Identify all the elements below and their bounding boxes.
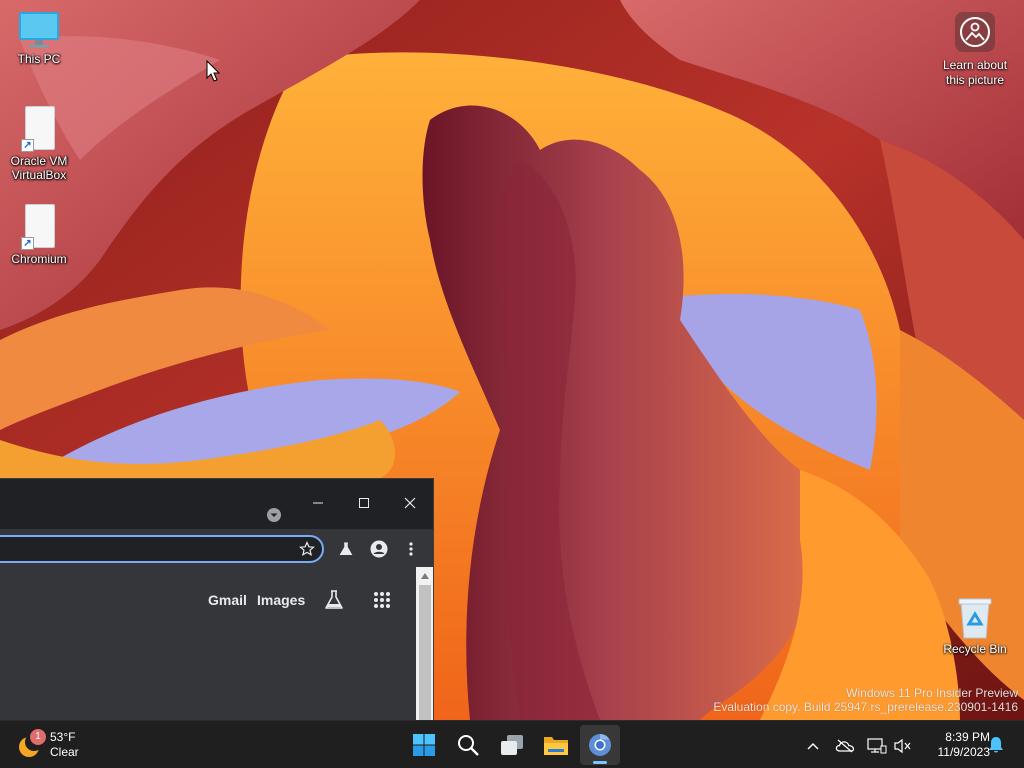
- gmail-link[interactable]: Gmail: [208, 592, 247, 608]
- minimize-icon: [313, 502, 323, 504]
- bell-icon: [989, 737, 1003, 753]
- windows-watermark: Windows 11 Pro Insider Preview Evaluatio…: [713, 686, 1018, 714]
- desktop-icon-oracle-vm-virtualbox[interactable]: ↗ Oracle VM VirtualBox: [1, 106, 77, 182]
- close-button[interactable]: [387, 489, 433, 517]
- maximize-icon: [359, 498, 369, 508]
- onedrive-icon: [835, 739, 855, 753]
- images-link[interactable]: Images: [257, 592, 305, 608]
- close-icon: [404, 497, 416, 509]
- scrollbar-thumb[interactable]: [419, 585, 431, 720]
- desktop-icon-recycle-bin[interactable]: Recycle Bin: [938, 596, 1012, 656]
- browser-toolbar: [0, 529, 433, 567]
- watermark-line-2: Evaluation copy. Build 25947.rs_prerelea…: [713, 700, 1018, 714]
- onedrive-tray-button[interactable]: [834, 735, 856, 757]
- search-labs-button[interactable]: [322, 587, 346, 613]
- notifications-button[interactable]: [986, 735, 1006, 755]
- desktop-icon-label: Chromium: [11, 252, 67, 266]
- camera-icon: [955, 12, 995, 52]
- minimize-button[interactable]: [295, 489, 341, 517]
- profile-button[interactable]: [368, 538, 390, 560]
- weather-widget[interactable]: 1 53°F Clear: [16, 729, 79, 761]
- volume-muted-icon: [894, 738, 911, 754]
- watermark-line-1: Windows 11 Pro Insider Preview: [846, 686, 1018, 700]
- network-icon: [867, 738, 887, 754]
- chromium-taskbar-button[interactable]: [580, 725, 620, 765]
- chevron-up-icon: [807, 743, 819, 750]
- file-shortcut-icon: ↗: [21, 106, 57, 152]
- desktop-icon-label: Oracle VM VirtualBox: [10, 154, 68, 182]
- flask-icon: [325, 590, 343, 609]
- start-icon: [413, 734, 435, 756]
- running-indicator: [593, 761, 607, 764]
- bookmark-button[interactable]: [296, 538, 318, 560]
- search-button[interactable]: [448, 725, 488, 765]
- clock[interactable]: 8:39 PM 11/9/2023: [918, 730, 991, 760]
- page-content: [0, 567, 416, 720]
- tab-search-button[interactable]: [262, 503, 286, 527]
- scroll-up-button[interactable]: [416, 571, 433, 581]
- start-button[interactable]: [404, 725, 444, 765]
- desktop-icon-label: This PC: [17, 52, 61, 66]
- learn-about-this-picture[interactable]: Learn about this picture: [936, 12, 1014, 88]
- weather-badge: 1: [30, 729, 46, 745]
- show-hidden-icons-button[interactable]: [802, 735, 824, 757]
- browser-menu-button[interactable]: [400, 538, 422, 560]
- task-view-icon: [501, 735, 523, 755]
- chevron-down-icon: [267, 508, 281, 522]
- flask-icon: [339, 542, 353, 555]
- file-shortcut-icon: ↗: [21, 204, 57, 250]
- volume-tray-button[interactable]: [892, 735, 914, 757]
- taskbar: 1 53°F Clear 8:39 PM 11/9/2023: [0, 720, 1024, 768]
- scroll-up-arrow-icon: [421, 573, 429, 579]
- recycle-bin-label: Recycle Bin: [943, 642, 1007, 656]
- desktop-icon-this-pc[interactable]: This PC: [1, 10, 77, 66]
- maximize-button[interactable]: [341, 489, 387, 517]
- star-icon: [299, 541, 315, 557]
- network-tray-button[interactable]: [866, 735, 888, 757]
- kebab-menu-icon: [409, 542, 413, 556]
- google-apps-button[interactable]: [370, 588, 394, 612]
- labs-button[interactable]: [335, 538, 357, 560]
- clock-time: 8:39 PM: [945, 730, 990, 744]
- file-explorer-icon: [544, 737, 568, 755]
- monitor-icon: [19, 12, 59, 48]
- moon-icon: 1: [16, 729, 46, 759]
- chromium-icon: [589, 734, 611, 756]
- weather-temperature: 53°F: [50, 730, 76, 744]
- recycle-bin-icon: [958, 598, 992, 639]
- learn-about-this-picture-label: Learn about this picture: [942, 58, 1008, 87]
- file-explorer-button[interactable]: [536, 725, 576, 765]
- clock-date: 11/9/2023: [937, 745, 991, 759]
- search-icon: [458, 735, 479, 756]
- profile-icon: [370, 540, 388, 558]
- apps-grid-icon: [374, 592, 390, 608]
- address-bar[interactable]: [0, 535, 324, 563]
- desktop-icon-chromium[interactable]: ↗ Chromium: [1, 204, 77, 266]
- chromium-window: Gmail Images: [0, 478, 434, 720]
- task-view-button[interactable]: [492, 725, 532, 765]
- mouse-cursor-icon: [206, 60, 220, 82]
- weather-condition: Clear: [50, 745, 79, 759]
